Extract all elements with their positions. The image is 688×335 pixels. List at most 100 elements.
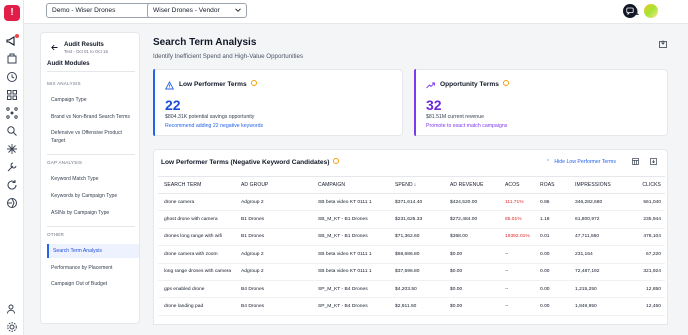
column-header[interactable]: ACOS <box>499 176 534 194</box>
table-cell: $424,520.00 <box>444 193 499 212</box>
table-cell: $2,911.50 <box>389 297 444 316</box>
column-header[interactable]: SEARCH TERM <box>158 176 235 194</box>
table-cell: $0.00 <box>444 245 499 264</box>
clock-icon[interactable] <box>6 71 18 83</box>
table-header-row: SEARCH TERM AD GROUP CAMPAIGN SPEND↓ AD … <box>158 176 665 194</box>
divider <box>47 71 135 72</box>
aperture-icon[interactable] <box>6 197 18 209</box>
table-row[interactable]: gps enabled drone B4 Drones SP_M_KT - B4 D… <box>158 280 665 299</box>
table-cell: 47,711,560 <box>569 228 629 247</box>
grid-icon[interactable] <box>6 89 18 101</box>
table-row[interactable]: drones long range with wifi B1 Drones SB_M… <box>158 228 665 247</box>
table-cell: 12,850 <box>629 280 665 299</box>
search-scan-icon[interactable] <box>6 125 18 137</box>
table-row[interactable]: long range drones with camera Adgroup 2 SB… <box>158 263 665 281</box>
column-header[interactable]: AD REVENUE <box>444 176 499 194</box>
low-performer-table-card: Low Performer Terms (Negative Keyword Ca… <box>153 149 668 325</box>
table-cell: 72,487,192 <box>569 263 629 281</box>
card-link[interactable]: Promote to exact match campaigns <box>426 123 507 129</box>
sidebar-item-defensive-vs-offensive-cont[interactable]: Target <box>51 138 137 145</box>
columns-icon[interactable] <box>632 158 639 165</box>
sidebar-item-defensive-vs-offensive[interactable]: Defensive vs Offensive Product <box>51 130 137 137</box>
tools-icon[interactable] <box>6 161 18 173</box>
table-cell: -- <box>499 280 534 299</box>
refresh-icon[interactable] <box>6 179 18 191</box>
sparkle-icon[interactable] <box>6 143 18 155</box>
card-title: Low Performer Terms <box>179 80 257 88</box>
panel-subtitle: Test - Oct 01 to Oct 15 <box>64 49 108 54</box>
table-row[interactable]: drone camera with zoom Adgroup 2 SB beta v… <box>158 245 665 264</box>
info-icon <box>502 80 509 87</box>
back-arrow-icon[interactable] <box>51 44 58 51</box>
table-cell: 61,800,972 <box>569 210 629 229</box>
user-avatar[interactable] <box>644 4 658 18</box>
table-cell: SB beta video KT 0111 1 <box>312 193 389 212</box>
card-link[interactable]: Recommend adding 22 negative keywords <box>165 123 263 129</box>
chevron-up-icon: ⌃ <box>546 159 551 165</box>
hide-low-performer-button[interactable]: ⌃ Hide Low Performer Terms <box>546 159 616 165</box>
export-icon[interactable] <box>659 40 667 48</box>
opportunity-card[interactable]: Opportunity Terms 32 $81.51M current rev… <box>414 69 668 136</box>
users-icon[interactable] <box>6 303 18 315</box>
megaphone-icon[interactable] <box>6 34 19 47</box>
app-root: ! Demo - Wiser Drones Wiser Drones - Ven… <box>0 0 688 335</box>
table-cell: $37,596.80 <box>389 263 444 281</box>
profile-select[interactable]: Wiser Drones - Vendor <box>147 3 247 18</box>
table-cell: drones long range with wifi <box>158 228 235 247</box>
column-header[interactable]: CAMPAIGN <box>312 176 389 194</box>
sidebar-item-keyword-match-type[interactable]: Keyword Match Type <box>51 176 137 183</box>
table-cell: 0.00 <box>534 263 569 281</box>
column-header-spend[interactable]: SPEND↓ <box>389 176 444 194</box>
card-description: $81.51M current revenue <box>426 114 484 120</box>
table-cell: long range drones with camera <box>158 263 235 281</box>
table-cell: 85.01% <box>499 210 534 229</box>
table-row[interactable]: drone camera Adgroup 2 SB beta video KT 01… <box>158 193 665 212</box>
brand-logo[interactable]: ! <box>4 5 20 21</box>
settings-gear-icon[interactable] <box>6 321 18 333</box>
table-cell: $0.00 <box>444 297 499 316</box>
sidebar-item-brand-vs-nonbrand[interactable]: Brand vs Non-Brand Search Terms <box>51 114 137 121</box>
card-accent <box>414 69 416 136</box>
column-header[interactable]: CLICKS <box>629 176 665 194</box>
page-title: Search Term Analysis <box>153 37 257 48</box>
sidebar-item-search-term-analysis[interactable]: Search Term Analysis <box>47 244 139 258</box>
account-select-value: Demo - Wiser Drones <box>52 7 116 14</box>
table-row[interactable]: drone landing pad B4 Drones SP_M_KT - B4 D… <box>158 297 665 316</box>
card-description: $804.31K potential savings opportunity <box>165 114 255 120</box>
table-cell: 0.00 <box>534 297 569 316</box>
table-cell: 346,282,680 <box>569 193 629 212</box>
table-cell: $272,484.00 <box>444 210 499 229</box>
table-cell: $71,362.60 <box>389 228 444 247</box>
column-header[interactable]: ROAS <box>534 176 569 194</box>
table-row[interactable]: ghost drone with camera B1 Drones SB_M_KT … <box>158 210 665 229</box>
audit-modules-panel: Audit Results Test - Oct 01 to Oct 15 Au… <box>40 32 140 324</box>
table-cell: Adgroup 2 <box>235 193 312 212</box>
sidebar-item-performance-by-placement[interactable]: Performance by Placement <box>51 265 137 272</box>
table-cell: 321,924 <box>629 263 665 281</box>
sidebar-item-campaign-out-of-budget[interactable]: Campaign Out of Budget <box>51 281 137 288</box>
building-icon[interactable] <box>6 53 18 65</box>
table-cell: B4 Drones <box>235 280 312 299</box>
table-cell: 561,040 <box>629 193 665 212</box>
low-performer-card[interactable]: Low Performer Terms 22 $804.31K potentia… <box>153 69 403 136</box>
table-cell: 111.71% <box>499 193 534 212</box>
table-cell: drone landing pad <box>158 297 235 316</box>
trending-up-icon <box>426 81 435 90</box>
table-cell: Adgroup 2 <box>235 245 312 264</box>
table-cell: $0.00 <box>444 263 499 281</box>
column-header[interactable]: AD GROUP <box>235 176 312 194</box>
card-value: 22 <box>165 97 181 113</box>
sidebar-item-keywords-by-campaign[interactable]: Keywords by Campaign Type <box>51 193 137 200</box>
sidebar-item-campaign-type[interactable]: Campaign Type <box>51 97 137 104</box>
warning-triangle-icon <box>165 81 174 90</box>
sort-down-icon: ↓ <box>413 182 417 188</box>
network-icon[interactable] <box>6 107 18 119</box>
table-cell: SP_M_KT - B4 Drones <box>312 280 389 299</box>
sidebar-item-asins-by-campaign[interactable]: ASINs by Campaign Type <box>51 210 137 217</box>
section-heading-other: OTHER <box>47 232 65 237</box>
table-cell: 19392.01% <box>499 228 534 247</box>
table-cell: 0.01 <box>534 228 569 247</box>
download-icon[interactable] <box>650 158 657 165</box>
column-header[interactable]: IMPRESSIONS <box>569 176 629 194</box>
chat-icon[interactable] <box>623 4 637 18</box>
